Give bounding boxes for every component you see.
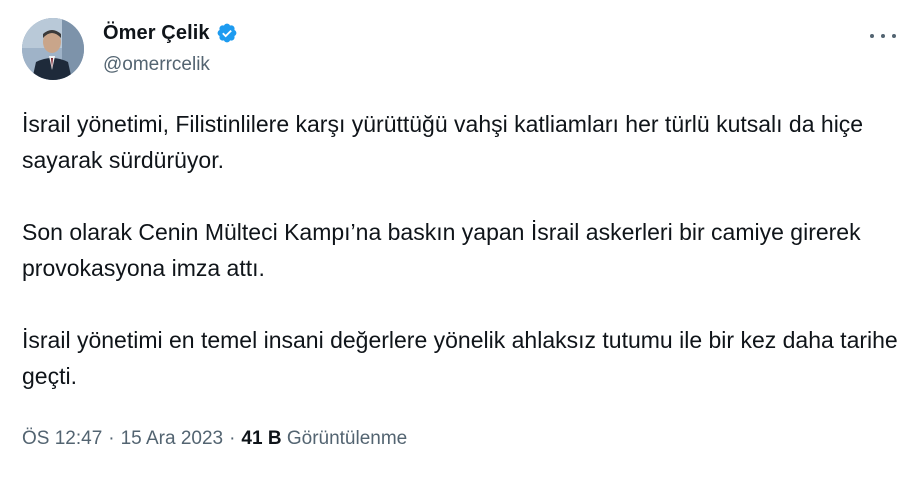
views-link[interactable]: 41 B Görüntülenme [241, 428, 407, 449]
verified-badge-icon[interactable] [216, 22, 238, 44]
dot [892, 34, 896, 38]
tweet-card: Ömer Çelik @omerrcelik İsrail yönetimi, … [0, 0, 920, 480]
tweet-paragraph: Son olarak Cenin Mülteci Kampı’na baskın… [22, 219, 861, 281]
date-text: 15 Ara 2023 [120, 428, 224, 449]
tweet-time[interactable]: ÖS 12:47 [22, 428, 102, 449]
dot [870, 34, 874, 38]
views-count: 41 B [241, 428, 282, 449]
user-handle[interactable]: @omerrcelik [103, 54, 238, 76]
avatar-image [22, 18, 84, 80]
tweet-text: İsrail yönetimi, Filistinlilere karşı yü… [22, 106, 902, 394]
tweet-paragraph: İsrail yönetimi, Filistinlilere karşı yü… [22, 111, 864, 173]
more-horizontal-icon[interactable] [870, 26, 896, 46]
name-row: Ömer Çelik [103, 20, 238, 46]
time-text: ÖS 12:47 [22, 428, 103, 449]
separator: · [229, 428, 236, 449]
tweet-meta: ÖS 12:47 · 15 Ara 2023 · 41 B Görüntülenme [22, 428, 407, 450]
separator: · [108, 428, 115, 449]
author-block: Ömer Çelik @omerrcelik [103, 20, 238, 76]
views-label: Görüntülenme [286, 428, 408, 449]
display-name[interactable]: Ömer Çelik [103, 22, 210, 45]
avatar[interactable] [22, 18, 84, 80]
tweet-paragraph: İsrail yönetimi en temel insani değerler… [22, 327, 898, 389]
tweet-date[interactable]: 15 Ara 2023 [121, 428, 223, 449]
dot [881, 34, 885, 38]
